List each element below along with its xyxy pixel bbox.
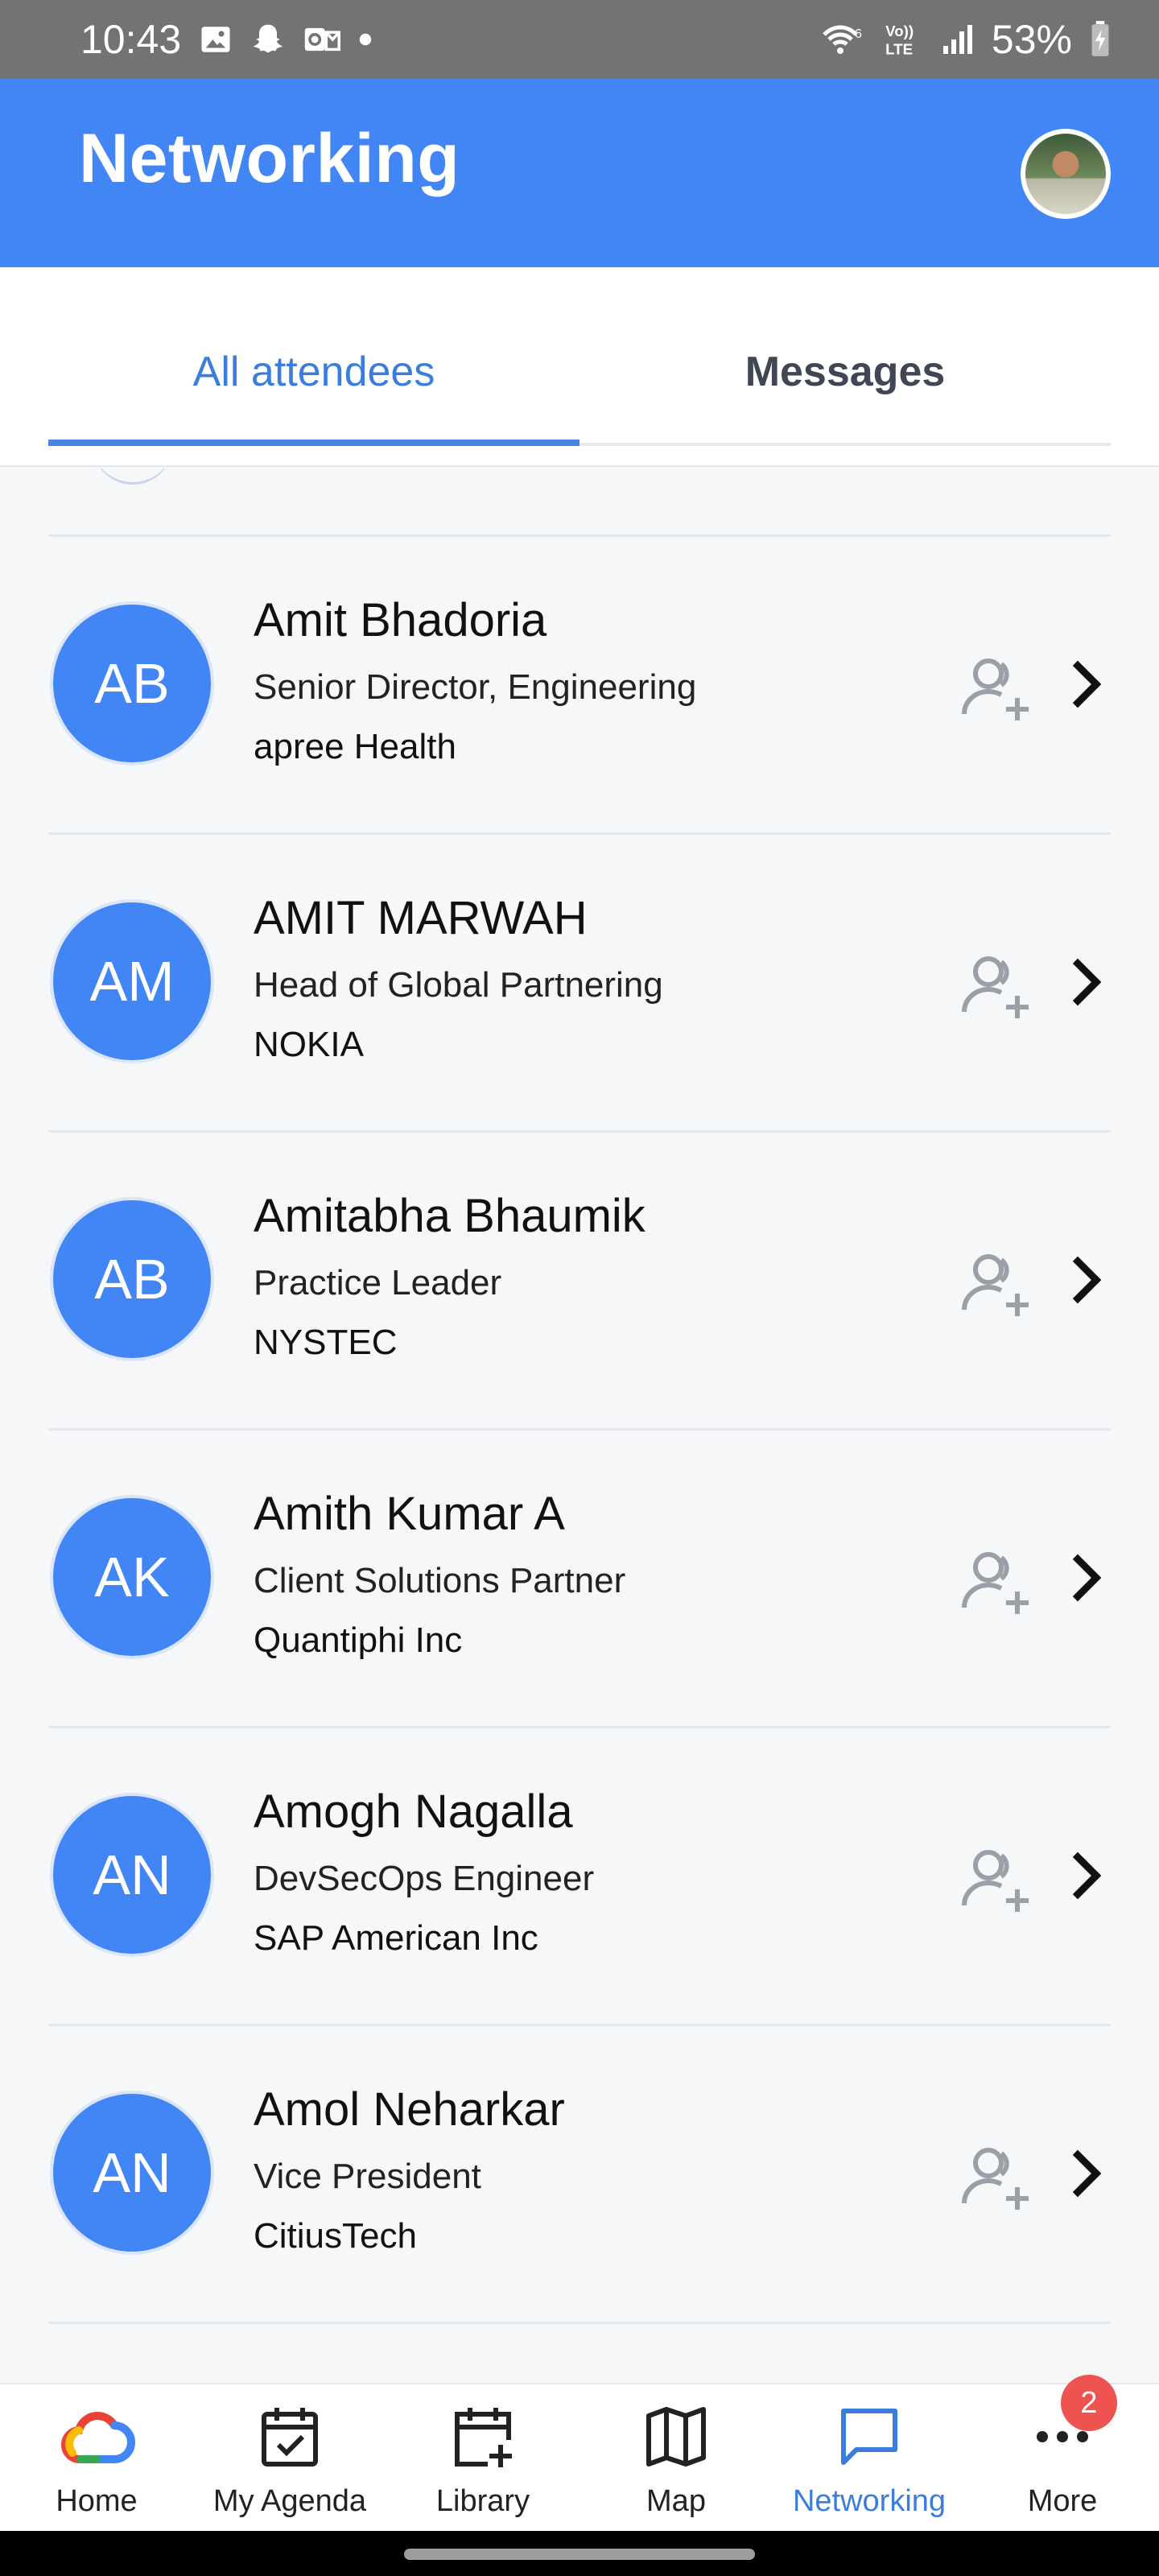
list-item[interactable]: AN Amol Neharkar Vice President CitiusTe… [48,2024,1111,2322]
attendee-list[interactable]: AB Amit Bhadoria Senior Director, Engine… [0,469,1159,2383]
attendee-name: Amol Neharkar [254,2083,565,2136]
calendar-plus-icon [386,2401,580,2473]
gallery-icon [199,23,233,56]
chevron-right-icon[interactable] [1064,1252,1107,1308]
map-icon [580,2401,773,2473]
status-right: 6 Vo)) LTE 53% [821,16,1111,63]
google-cloud-icon [0,2401,193,2473]
attendee-company: Quantiphi Inc [254,1620,463,1660]
attendee-title: DevSecOps Engineer [254,1859,595,1898]
attendee-title: Senior Director, Engineering [254,667,697,707]
home-gesture-handle[interactable] [404,2549,755,2560]
add-contact-icon[interactable] [956,947,1033,1025]
attendee-initials-avatar: AN [50,1793,214,1957]
nav-label: More [1027,2484,1098,2518]
attendee-name: Amogh Nagalla [254,1785,573,1838]
attendee-company: apree Health [254,727,456,766]
list-divider [48,2322,1111,2383]
add-contact-icon[interactable] [956,1543,1033,1620]
outlook-icon [303,23,341,56]
attendee-title: Vice President [254,2157,481,2196]
tab-bar: All attendees Messages [0,267,1159,467]
more-badge: 2 [1061,2375,1117,2431]
chevron-right-icon[interactable] [1064,1550,1107,1606]
tab-messages[interactable]: Messages [580,348,1111,396]
nav-label: My Agenda [212,2484,367,2518]
add-contact-icon[interactable] [956,1841,1033,1918]
status-bar: 10:43 6 Vo)) LTE 53% [0,0,1159,79]
attendee-name: Amit Bhadoria [254,594,547,646]
nav-home[interactable]: Home [0,2401,193,2519]
nav-map[interactable]: Map [580,2401,773,2519]
attendee-name: AMIT MARWAH [254,892,588,944]
add-contact-icon[interactable] [956,1245,1033,1323]
nav-label: Home [56,2484,138,2518]
svg-text:Vo)): Vo)) [885,23,914,39]
system-gesture-bar [0,2531,1159,2576]
attendee-initials-avatar: AB [50,601,214,766]
profile-avatar[interactable] [1021,129,1111,219]
list-item[interactable]: AM AMIT MARWAH Head of Global Partnering… [48,832,1111,1130]
nav-more[interactable]: More [966,2401,1159,2519]
tab-active-indicator [48,440,580,446]
status-time: 10:43 [80,17,182,62]
app-header: Networking [0,79,1159,267]
chevron-right-icon[interactable] [1064,1847,1107,1904]
attendee-title: Client Solutions Partner [254,1561,626,1600]
nav-library[interactable]: Library [386,2401,580,2519]
list-item[interactable]: AN Amogh Nagalla DevSecOps Engineer SAP … [48,1726,1111,2024]
attendee-initials-avatar: AB [50,1197,214,1361]
svg-text:LTE: LTE [885,41,913,58]
chevron-right-icon[interactable] [1064,656,1107,712]
attendee-initials-avatar: AN [50,2091,214,2255]
add-contact-icon[interactable] [956,2139,1033,2216]
battery-percent: 53% [991,17,1072,62]
nav-my-agenda[interactable]: My Agenda [193,2401,386,2519]
attendee-initials-avatar: AM [50,899,214,1063]
signal-icon [942,23,974,56]
bottom-nav: Home My Agenda Library Map Networking Mo… [0,2383,1159,2531]
list-item[interactable]: AK Amith Kumar A Client Solutions Partne… [48,1428,1111,1726]
tab-all-attendees[interactable]: All attendees [48,348,580,396]
volte-icon: Vo)) LTE [884,21,924,58]
partial-avatar [93,469,173,485]
attendee-company: NYSTEC [254,1323,398,1362]
attendee-company: CitiusTech [254,2216,417,2256]
profile-photo [1025,134,1106,214]
svg-text:6: 6 [855,27,862,41]
nav-label: Map [646,2484,706,2518]
attendee-title: Head of Global Partnering [254,965,663,1005]
status-left: 10:43 [80,16,373,63]
page-title: Networking [79,120,460,197]
attendee-initials-avatar: AK [50,1495,214,1659]
add-contact-icon[interactable] [956,650,1033,727]
nav-label: Networking [792,2484,947,2518]
attendee-name: Amitabha Bhaumik [254,1190,645,1242]
wifi-6-icon: 6 [821,21,866,58]
attendee-title: Practice Leader [254,1263,502,1302]
nav-networking[interactable]: Networking [773,2401,966,2519]
chevron-right-icon[interactable] [1064,2145,1107,2202]
calendar-check-icon [193,2401,386,2473]
chat-icon [773,2401,966,2473]
attendee-company: NOKIA [254,1025,364,1064]
battery-charging-icon [1090,21,1111,58]
nav-label: Library [435,2484,530,2518]
attendee-name: Amith Kumar A [254,1488,565,1540]
snapchat-icon [250,22,286,57]
list-item[interactable]: AB Amit Bhadoria Senior Director, Engine… [48,535,1111,832]
list-item[interactable]: AB Amitabha Bhaumik Practice Leader NYST… [48,1130,1111,1428]
dot-icon [358,32,373,47]
chevron-right-icon[interactable] [1064,954,1107,1010]
attendee-company: SAP American Inc [254,1918,538,1958]
